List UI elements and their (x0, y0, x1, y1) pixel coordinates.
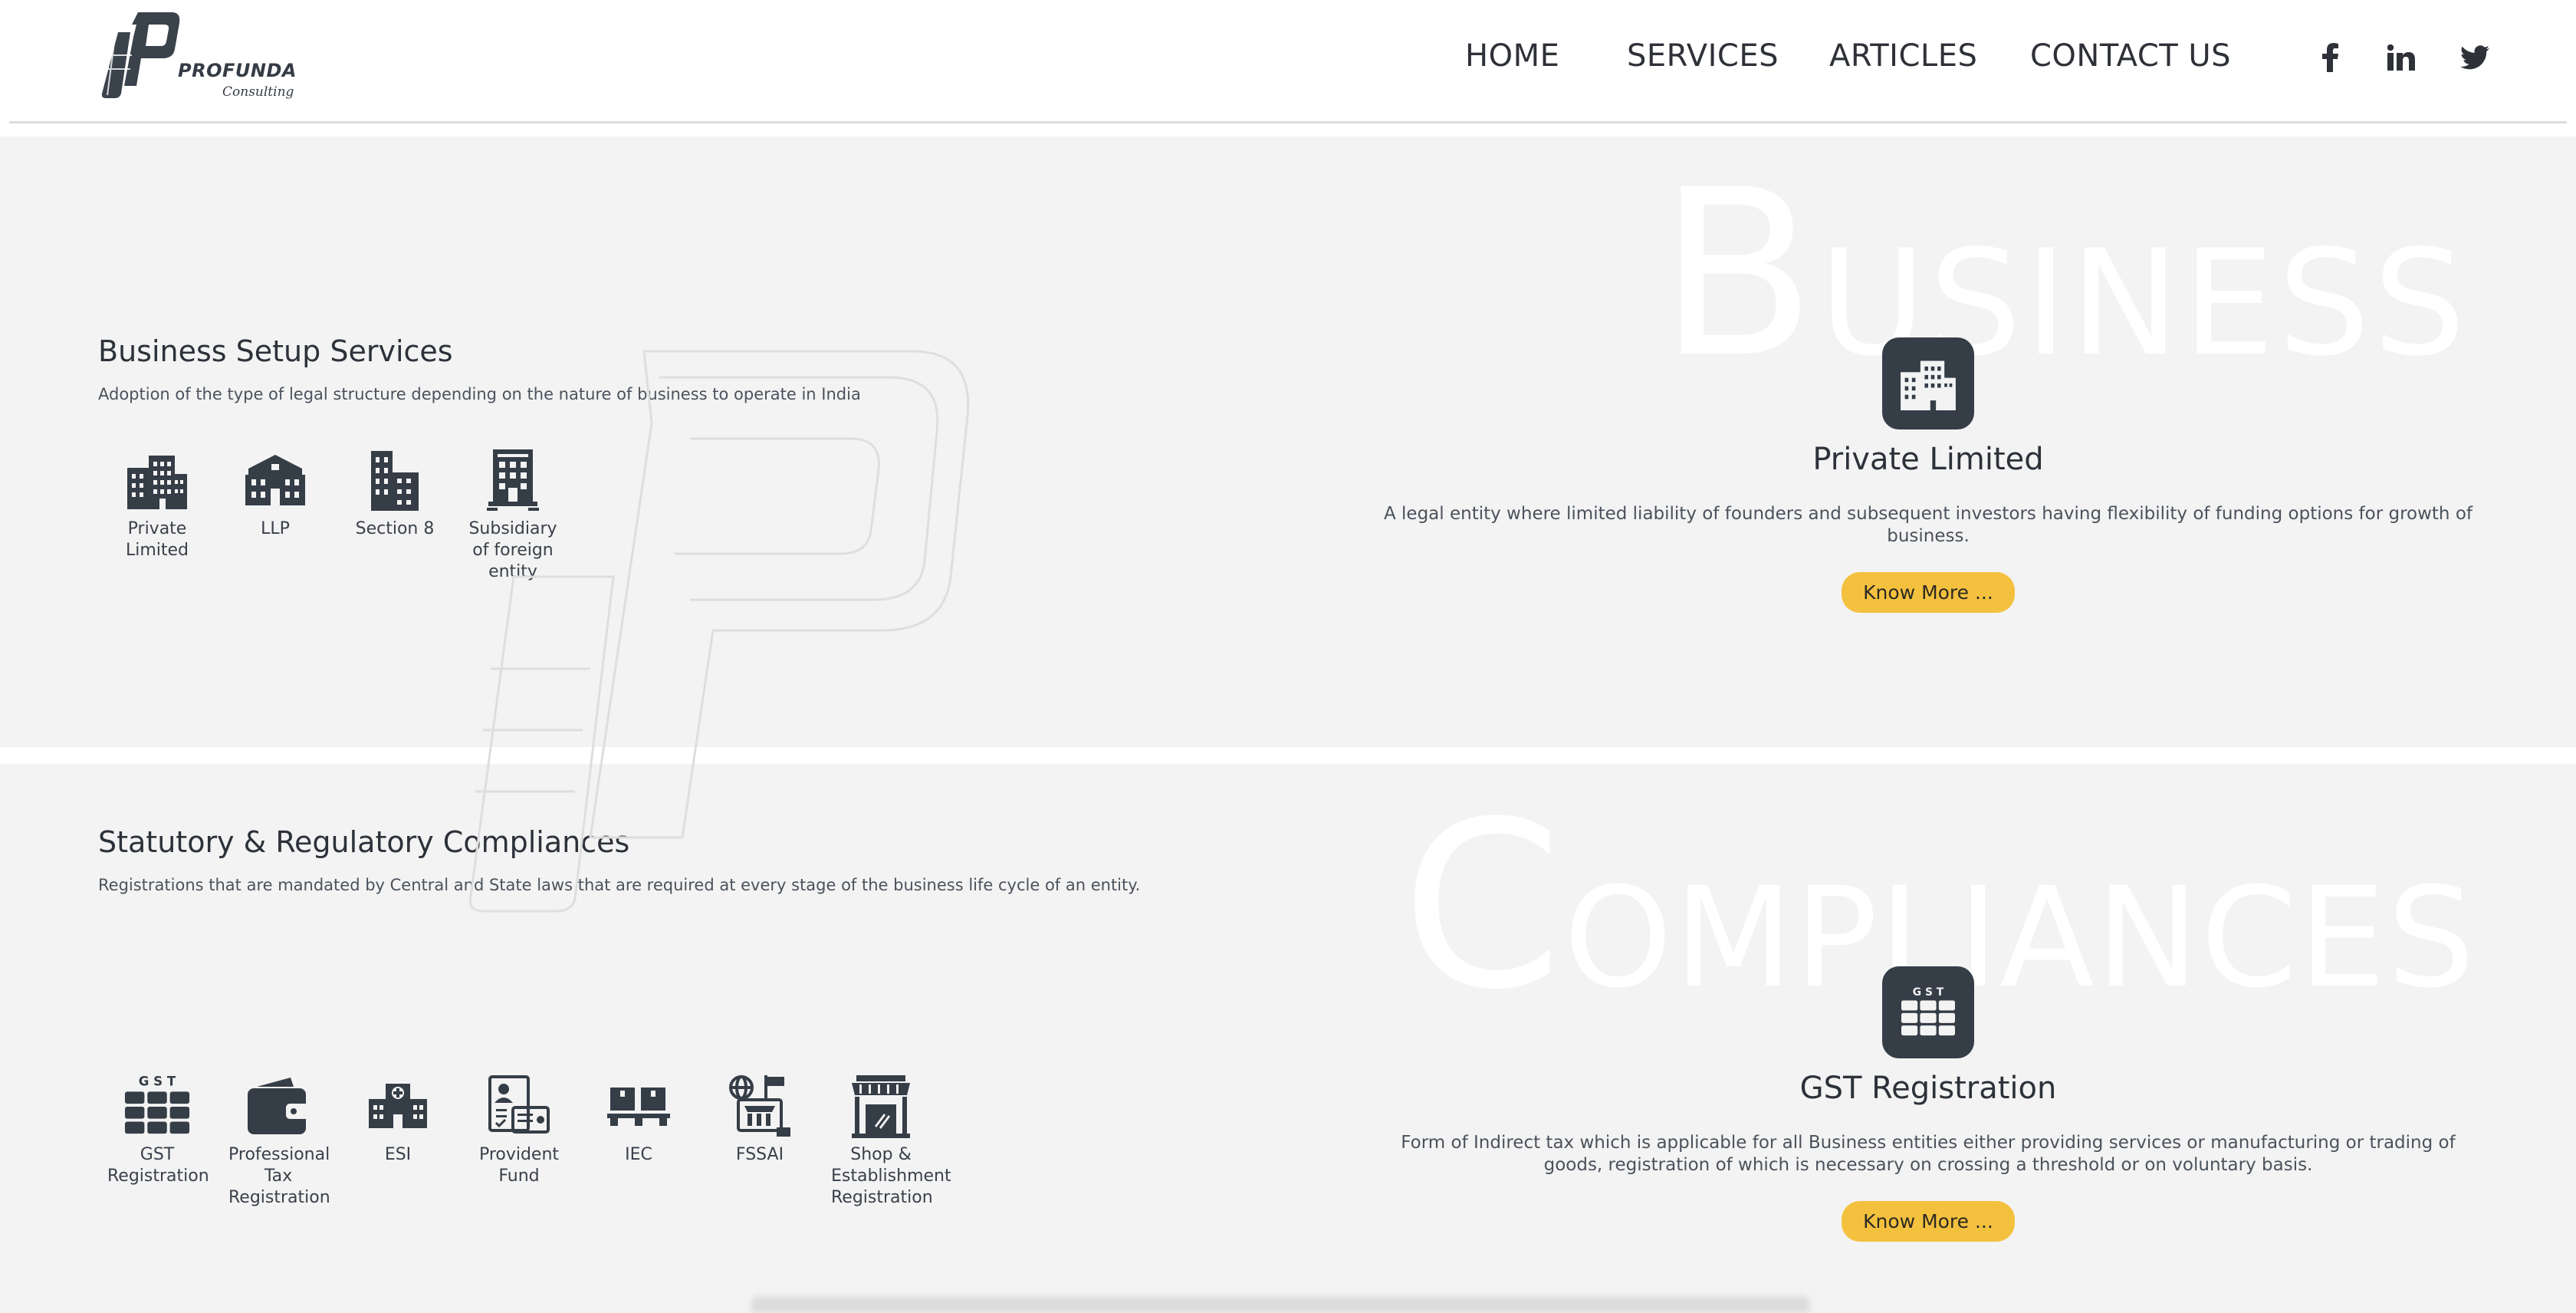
business-section-title: Business Setup Services (98, 334, 453, 368)
service-gst-registration[interactable]: G S T GST Registration (107, 1072, 209, 1187)
storefront-icon (847, 1072, 915, 1140)
office-building-icon (1882, 337, 1974, 429)
wallet-icon (245, 1072, 312, 1140)
service-fssai[interactable]: FSSAI (710, 1072, 810, 1166)
service-label: ESI (384, 1145, 412, 1164)
twitter-icon[interactable] (2458, 38, 2492, 77)
service-professional-tax[interactable]: Professional Tax Registration (228, 1072, 330, 1209)
food-license-icon (726, 1072, 794, 1140)
gst-grid-icon: G S T (1882, 966, 1974, 1058)
compliances-section: Compliances Statutory & Regulatory Compl… (0, 764, 2576, 1313)
detail-description: A legal entity where limited liability o… (1384, 504, 2472, 546)
detail-title: Private Limited (1812, 442, 2044, 477)
service-esi[interactable]: ESI (348, 1072, 448, 1166)
service-detail-card: G S T GST Registration Form of Indirect … (1365, 966, 2492, 1242)
service-label: LLP (261, 519, 290, 538)
detail-title: GST Registration (1799, 1071, 2057, 1106)
service-label: Provident Fund (478, 1145, 560, 1186)
service-llp[interactable]: LLP (225, 446, 325, 540)
service-label: Private Limited (125, 519, 189, 560)
detail-description: Form of Indirect tax which is applicable… (1401, 1133, 2456, 1175)
site-header: PROFUNDA Consulting HOME SERVICES ARTICL… (0, 0, 2576, 123)
service-label: Shop & Establishment Registration (831, 1145, 951, 1207)
main-nav: HOME SERVICES ARTICLES CONTACT US (0, 38, 2576, 84)
service-label: Professional Tax Registration (228, 1145, 330, 1207)
gst-grid-icon: G S T (123, 1072, 191, 1140)
tall-building-icon (479, 446, 547, 514)
service-section-8[interactable]: Section 8 (345, 446, 445, 540)
government-building-icon (242, 446, 309, 514)
service-label: Subsidiary of foreign entity (468, 519, 557, 581)
business-section-description: Adoption of the type of legal structure … (98, 385, 861, 403)
know-more-button[interactable]: Know More ... (1842, 1201, 2015, 1242)
service-subsidiary-foreign-entity[interactable]: Subsidiary of foreign entity (463, 446, 563, 583)
nav-home[interactable]: HOME (1465, 38, 1559, 74)
bottom-panel-edge (751, 1296, 1809, 1313)
service-shop-establishment[interactable]: Shop & Establishment Registration (831, 1072, 951, 1209)
linkedin-icon[interactable] (2384, 38, 2418, 77)
nav-services[interactable]: SERVICES (1627, 38, 1779, 74)
hospital-icon (364, 1072, 432, 1140)
compliances-section-description: Registrations that are mandated by Centr… (98, 876, 1141, 894)
svg-text:G S T: G S T (1913, 986, 1944, 999)
service-label: FSSAI (735, 1145, 784, 1164)
office-building-icon (123, 446, 191, 514)
service-private-limited[interactable]: Private Limited (107, 446, 207, 561)
brand-tagline: Consulting (222, 84, 294, 100)
business-section: Business Business Setup Services Adoptio… (0, 137, 2576, 747)
service-provident-fund[interactable]: Provident Fund (469, 1072, 569, 1187)
pallet-boxes-icon (605, 1072, 672, 1140)
buildings-icon (361, 446, 429, 514)
svg-text:G S T: G S T (139, 1074, 176, 1089)
id-documents-icon (485, 1072, 553, 1140)
service-label: Section 8 (355, 519, 435, 538)
service-label: GST Registration (107, 1145, 209, 1186)
know-more-button[interactable]: Know More ... (1842, 572, 2015, 613)
facebook-icon[interactable] (2314, 38, 2348, 77)
service-label: IEC (625, 1145, 652, 1164)
header-divider (9, 121, 2567, 123)
service-detail-card: Private Limited A legal entity where lim… (1365, 337, 2492, 613)
compliances-section-title: Statutory & Regulatory Compliances (98, 825, 630, 859)
service-iec[interactable]: IEC (589, 1072, 688, 1166)
nav-articles[interactable]: ARTICLES (1829, 38, 1977, 74)
nav-contact-us[interactable]: CONTACT US (2030, 38, 2231, 74)
